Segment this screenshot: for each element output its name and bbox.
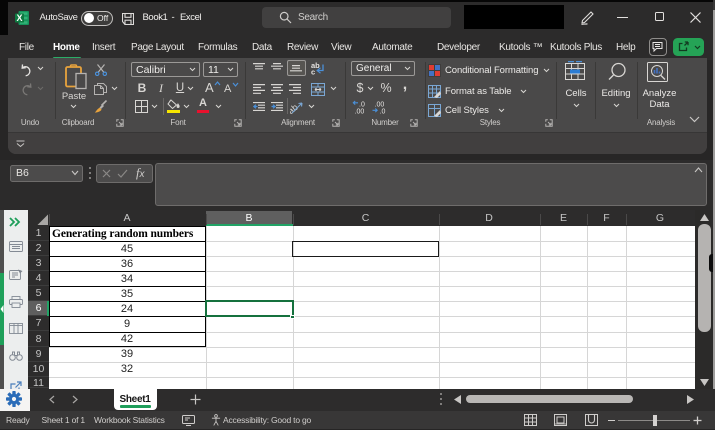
svg-text:.0: .0 (359, 101, 365, 108)
svg-text:.00: .00 (375, 101, 385, 108)
svg-text:c: c (311, 68, 315, 76)
svg-text:ab: ab (290, 102, 300, 114)
svg-text:.00: .00 (354, 108, 364, 114)
svg-text:.0: .0 (380, 108, 386, 114)
